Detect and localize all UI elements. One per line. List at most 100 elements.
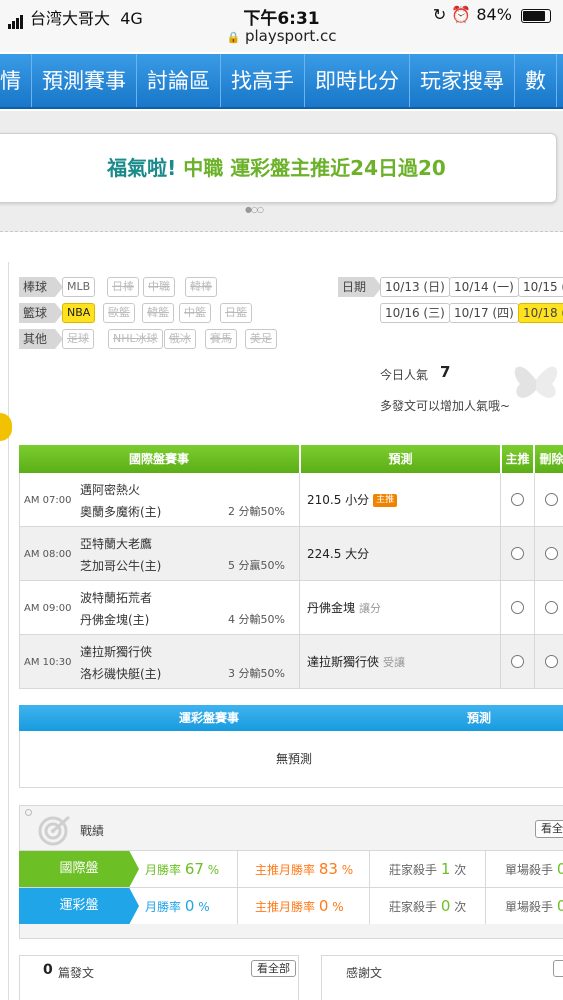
filter-chip[interactable]: 韓棒 bbox=[185, 277, 217, 297]
month-rate-value: 67 bbox=[184, 860, 204, 878]
nav-item[interactable]: 預測賽事 bbox=[32, 54, 137, 107]
promo-banner[interactable]: 福氣啦! 中職 運彩盤主推近24日過20 bbox=[0, 133, 557, 203]
popularity-label: 今日人氣 bbox=[380, 368, 429, 382]
nav-item[interactable]: 即時比分 bbox=[305, 54, 410, 107]
table-row: AM 09:00 波特蘭拓荒者 丹佛金塊(主) 4 分輸50% 丹佛金塊 讓分 bbox=[19, 581, 563, 635]
match-time: AM 09:00 bbox=[24, 603, 72, 614]
prediction: 224.5 大分 bbox=[307, 545, 369, 562]
single-killer-label: 單場殺手 bbox=[505, 863, 554, 877]
home-team: 丹佛金塊(主) bbox=[80, 613, 150, 627]
main-rate-label: 主推月勝率 bbox=[255, 863, 316, 877]
date-chip[interactable]: 10/14 (一) bbox=[449, 277, 519, 297]
date-chip[interactable]: 10/17 (四) bbox=[449, 303, 519, 323]
col-divider bbox=[500, 473, 501, 527]
nav-item[interactable]: 找高手 bbox=[221, 54, 305, 107]
col-divider bbox=[237, 851, 238, 887]
filter-chip[interactable]: 賽馬 bbox=[205, 329, 237, 349]
col-divider bbox=[534, 635, 535, 689]
nav-item[interactable]: 討論區 bbox=[137, 54, 221, 107]
match-time: AM 08:00 bbox=[24, 549, 72, 560]
intl-header-0: 國際盤賽事 bbox=[19, 445, 299, 473]
delete-radio[interactable] bbox=[545, 547, 558, 560]
intl-header-1: 預測 bbox=[300, 445, 500, 473]
thanks-view-all-button[interactable] bbox=[553, 960, 563, 977]
single-killer-value: 0 bbox=[556, 897, 563, 915]
popularity-value: 7 bbox=[440, 363, 451, 381]
filter-chip[interactable]: 中職 bbox=[143, 277, 175, 297]
filter-chip[interactable]: 韓籃 bbox=[142, 303, 174, 323]
delete-radio[interactable] bbox=[545, 655, 558, 668]
record-tag: 運彩盤 bbox=[19, 888, 139, 924]
lottery-header-prediction: 預測 bbox=[467, 711, 492, 725]
month-rate-unit: % bbox=[207, 863, 220, 877]
single-killer: 單場殺手 0 bbox=[505, 888, 563, 924]
banker-killer: 莊家殺手 1 次 bbox=[389, 851, 466, 887]
col-divider bbox=[237, 888, 238, 924]
date-label: 日期 bbox=[338, 277, 382, 297]
filter-chip[interactable]: NBA bbox=[62, 303, 96, 323]
intl-header-3: 刪除 bbox=[534, 445, 563, 473]
main-pick-radio[interactable] bbox=[511, 493, 524, 506]
spread-line: 4 分輸50% bbox=[228, 613, 285, 626]
spread-line: 2 分輸50% bbox=[228, 505, 285, 518]
banner-text: 福氣啦! 中職 運彩盤主推近24日過20 bbox=[0, 152, 558, 181]
record-row: 國際盤 月勝率 67 % 主推月勝率 83 % 莊家殺手 1 次單場殺手 0 bbox=[19, 850, 563, 887]
main-rate-unit: % bbox=[332, 900, 344, 914]
date-chip[interactable]: 10/18 ( bbox=[518, 303, 563, 323]
main-rate: 主推月勝率 0 % bbox=[255, 888, 344, 924]
filter-chip[interactable]: 足球 bbox=[62, 329, 94, 349]
filter-chip[interactable]: 日棒 bbox=[107, 277, 139, 297]
status-bar: 台湾大哥大 4G 下午6:31 🔒 playsport.cc ↻ ⏰ 84% bbox=[0, 0, 563, 52]
single-killer-value: 0 bbox=[556, 860, 563, 878]
filter-chip[interactable]: 日籃 bbox=[220, 303, 252, 323]
delete-radio[interactable] bbox=[545, 601, 558, 614]
filter-chip[interactable]: MLB bbox=[62, 277, 96, 297]
record-tag: 國際盤 bbox=[19, 851, 139, 887]
filter-chip[interactable]: 歐籃 bbox=[103, 303, 135, 323]
single-killer: 單場殺手 0 bbox=[505, 851, 563, 887]
date-chip[interactable]: 10/13 (日) bbox=[380, 277, 450, 297]
date-chip[interactable]: 10/16 (三) bbox=[380, 303, 450, 323]
filter-chip[interactable]: 俄冰 bbox=[164, 329, 196, 349]
col-divider bbox=[299, 473, 300, 527]
filter-label-0: 棒球 bbox=[19, 277, 63, 297]
main-rate-value: 83 bbox=[318, 860, 338, 878]
col-divider bbox=[485, 888, 486, 924]
carousel-dots[interactable]: ●○○ bbox=[245, 205, 264, 214]
col-divider bbox=[500, 581, 501, 635]
filter-chip[interactable]: NHL冰球 bbox=[108, 329, 163, 349]
delete-radio[interactable] bbox=[545, 493, 558, 506]
nav-item[interactable]: 情 bbox=[0, 54, 32, 107]
record-title: 戰績 bbox=[80, 824, 105, 838]
match-time: AM 07:00 bbox=[24, 495, 72, 506]
target-icon bbox=[38, 815, 70, 846]
filter-chip[interactable]: 美足 bbox=[245, 329, 277, 349]
main-rate-unit: % bbox=[341, 863, 354, 877]
lottery-header-event: 運彩盤賽事 bbox=[179, 711, 240, 725]
banker-killer-label: 莊家殺手 bbox=[389, 863, 438, 877]
nav-item[interactable]: 數 bbox=[515, 54, 557, 107]
col-divider bbox=[299, 635, 300, 689]
prediction-text: 224.5 大分 bbox=[307, 547, 370, 561]
main-pick-radio[interactable] bbox=[511, 601, 524, 614]
away-team: 波特蘭拓荒者 bbox=[80, 591, 153, 605]
prediction-note: 受讓 bbox=[383, 656, 406, 669]
status-right: ↻ ⏰ 84% bbox=[433, 5, 551, 24]
date-chip[interactable]: 10/15 ( bbox=[518, 277, 563, 297]
filter-chip[interactable]: 中籃 bbox=[179, 303, 211, 323]
record-view-all-button[interactable]: 看全 bbox=[535, 820, 563, 838]
battery-percent: 84% bbox=[476, 5, 512, 24]
main-pick-radio[interactable] bbox=[511, 547, 524, 560]
match-time: AM 10:30 bbox=[24, 657, 72, 668]
home-team: 奧蘭多魔術(主) bbox=[80, 505, 162, 519]
nav-item[interactable]: 玩家搜尋 bbox=[410, 54, 515, 107]
url-bar[interactable]: 🔒 playsport.cc bbox=[0, 27, 563, 45]
main-pick-radio[interactable] bbox=[511, 655, 524, 668]
posts-view-all-button[interactable]: 看全部 bbox=[251, 960, 296, 977]
month-rate-value: 0 bbox=[184, 897, 195, 915]
page: 台湾大哥大 4G 下午6:31 🔒 playsport.cc ↻ ⏰ 84% 情… bbox=[0, 0, 563, 1000]
col-divider bbox=[369, 851, 370, 887]
banker-killer-value: 0 bbox=[440, 897, 451, 915]
banker-killer-label: 莊家殺手 bbox=[389, 900, 438, 914]
month-rate-unit: % bbox=[198, 900, 210, 914]
